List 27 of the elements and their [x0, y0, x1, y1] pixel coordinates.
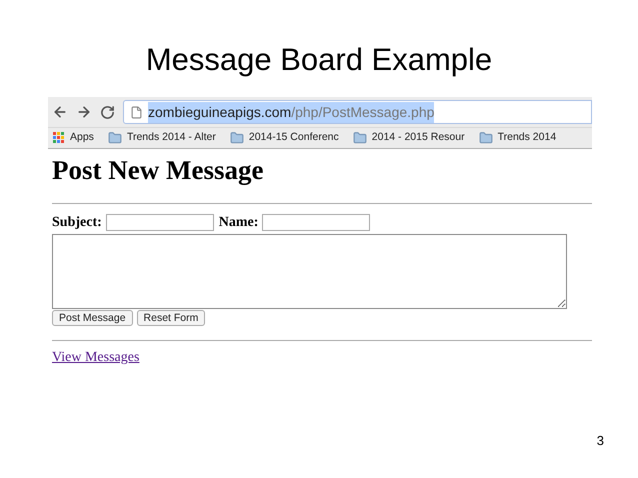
field-label: Subject:	[52, 214, 102, 232]
text-field[interactable]	[262, 214, 370, 231]
text-field[interactable]	[106, 214, 214, 231]
form-button[interactable]: Reset Form	[136, 310, 206, 326]
bookmark[interactable]: Trends 2014	[478, 130, 556, 146]
field-label: Name:	[218, 214, 258, 232]
folder-icon	[108, 131, 122, 145]
reload-icon[interactable]	[100, 104, 115, 120]
folder-icon	[230, 131, 244, 145]
page-icon	[130, 106, 143, 118]
forward-icon[interactable]	[76, 104, 92, 120]
address-bar[interactable]: zombieguineapigs.com/php/PostMessage.php	[123, 100, 592, 124]
bookmark[interactable]: 2014 - 2015 Resour	[352, 130, 465, 146]
url-text: zombieguineapigs.com/php/PostMessage.php	[148, 102, 434, 122]
folder-icon	[352, 131, 367, 145]
slide-title: Message Board Example	[144, 41, 494, 79]
view-messages-link[interactable]: View Messages	[52, 347, 140, 368]
folder-icon	[478, 131, 493, 145]
form-button[interactable]: Post Message	[52, 310, 133, 326]
page-number: 3	[596, 432, 604, 450]
back-icon[interactable]	[52, 104, 68, 120]
apps-grid-icon	[53, 132, 65, 144]
bookmark[interactable]: Apps	[53, 130, 94, 146]
bookmark[interactable]: 2014-15 Conferenc	[230, 130, 339, 146]
bookmark[interactable]: Trends 2014 - Alter	[108, 130, 216, 146]
message-field[interactable]	[52, 234, 567, 309]
page-heading: Post New Message	[52, 154, 264, 187]
